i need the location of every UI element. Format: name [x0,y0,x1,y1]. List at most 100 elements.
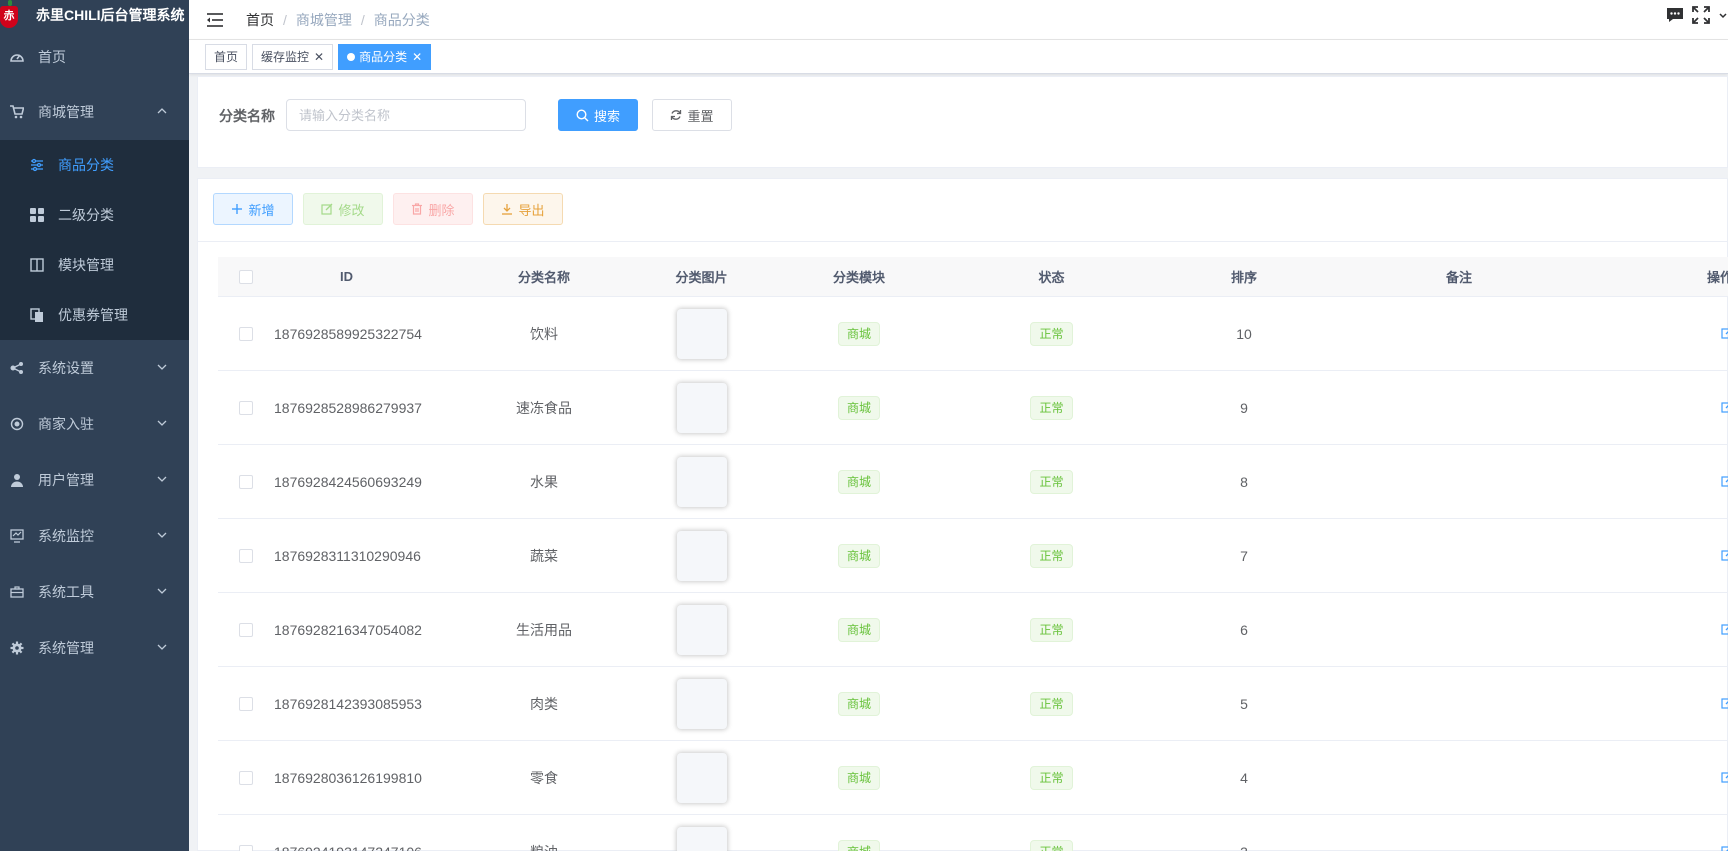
operation-cell [1549,474,1728,490]
target-icon [10,417,24,431]
delete-button[interactable]: 删除 [393,193,473,225]
sidebar-item-home[interactable]: 首页 [0,30,189,84]
tag-cache-monitor[interactable]: 缓存监控 ✕ [252,43,334,70]
row-checkbox[interactable] [239,844,253,851]
active-dot-icon [347,52,356,61]
row-checkbox[interactable] [239,696,253,711]
sidebar-item-coupon-management[interactable]: 优惠券管理 [0,290,189,340]
status-badge: 正常 [1030,395,1073,420]
edit-icon[interactable] [1721,623,1728,635]
download-icon [501,203,513,215]
module-tag: 商城 [837,469,880,494]
breadcrumb-mall: 商城管理 [295,11,352,28]
main-content: 分类名称 搜索 重置 新增 [197,76,1728,851]
add-button-label: 新增 [248,202,275,218]
category-image[interactable] [676,604,727,655]
module-cell: 商城 [734,469,984,494]
module-tag: 商城 [837,691,880,716]
row-checkbox[interactable] [239,622,253,637]
row-select-cell [218,622,274,637]
image-cell [669,826,734,851]
operation-cell [1549,548,1728,564]
menu-toggle-icon[interactable] [206,12,224,28]
submenu-mall: 商品分类 二级分类 模块管理 优惠券管理 [0,140,189,340]
sidebar-item-system-tools[interactable]: 系统工具 [0,564,189,620]
sidebar-item-system-settings[interactable]: 系统设置 [0,340,189,396]
edit-button[interactable]: 修改 [303,193,383,225]
sort-cell: 7 [1240,547,1248,564]
sidebar-item-system-management[interactable]: 系统管理 [0,620,189,676]
tag-product-category[interactable]: 商品分类 ✕ [338,43,432,70]
category-image[interactable] [676,530,727,581]
module-tag: 商城 [837,839,880,851]
operation-cell [1549,844,1728,851]
name-cell: 粮油 [419,842,669,851]
sidebar-item-module-management[interactable]: 模块管理 [0,240,189,290]
add-button[interactable]: 新增 [213,193,293,225]
category-table: ID 分类名称 分类图片 分类模块 状态 排序 备注 操作 1876928589… [218,257,1728,851]
column-header: 状态 [1038,270,1065,285]
row-checkbox[interactable] [239,326,253,341]
chevron-up-icon [157,108,167,114]
category-image[interactable] [676,678,727,729]
edit-icon [321,203,333,215]
edit-icon[interactable] [1721,549,1728,561]
category-image[interactable] [676,752,727,803]
sort-cell: 6 [1240,621,1248,638]
status-cell: 正常 [984,469,1119,494]
fullscreen-icon[interactable] [1692,6,1710,24]
close-icon[interactable]: ✕ [314,45,324,69]
edit-icon[interactable] [1721,845,1728,851]
row-checkbox[interactable] [239,770,253,785]
status-cell: 正常 [984,395,1119,420]
search-icon [576,108,589,122]
column-header: 分类名称 [517,270,570,285]
row-checkbox[interactable] [239,400,253,415]
module-cell: 商城 [734,321,984,346]
edit-icon[interactable] [1721,327,1728,339]
sidebar-item-product-category[interactable]: 商品分类 [0,140,189,190]
column-header: 分类图片 [675,270,728,285]
image-cell [669,530,734,581]
sidebar-item-merchant-onboarding[interactable]: 商家入驻 [0,396,189,452]
sidebar-item-system-monitor[interactable]: 系统监控 [0,508,189,564]
reset-button[interactable]: 重置 [652,99,732,131]
refresh-icon [670,109,682,121]
category-name-input[interactable] [286,99,526,131]
name-cell: 饮料 [530,325,558,342]
id-cell: 1876928528986279937 [274,399,422,416]
caret-down-icon[interactable] [1718,6,1728,24]
edit-icon[interactable] [1721,697,1728,709]
close-icon[interactable]: ✕ [412,45,422,69]
search-button[interactable]: 搜索 [558,99,638,131]
edit-icon[interactable] [1721,771,1728,783]
edit-icon[interactable] [1721,475,1728,487]
breadcrumb-home[interactable]: 首页 [246,10,274,30]
logo[interactable]: 赤 赤里CHILI后台管理系统 [0,0,189,30]
breadcrumb: 首页 / 商城管理 / 商品分类 [246,10,430,30]
module-cell: 商城 [734,839,984,851]
sidebar-item-label: 用户管理 [38,472,94,488]
sidebar-item-sub-category[interactable]: 二级分类 [0,190,189,240]
category-name-label: 分类名称 [219,108,275,124]
sort-cell: 8 [1240,473,1248,490]
category-image[interactable] [676,456,727,507]
category-image[interactable] [676,308,727,359]
operation-cell [1549,400,1728,416]
edit-icon[interactable] [1721,401,1728,413]
select-all-checkbox[interactable] [239,269,253,284]
message-icon[interactable] [1666,6,1684,24]
id-cell: 1876928142393085953 [274,695,422,712]
row-checkbox[interactable] [239,548,253,563]
name-cell: 零食 [530,769,558,786]
row-checkbox[interactable] [239,474,253,489]
id-cell: 1876928424560693249 [274,473,422,490]
module-tag: 商城 [837,617,880,642]
sidebar-item-user-management[interactable]: 用户管理 [0,452,189,508]
export-button[interactable]: 导出 [483,193,563,225]
table-body: 1876928589925322754 饮料 商城 正常 10 18769285… [218,297,1728,851]
sidebar-item-mall[interactable]: 商城管理 [0,84,189,140]
tag-home[interactable]: 首页 [205,43,248,70]
category-image[interactable] [676,826,727,851]
category-image[interactable] [676,382,727,433]
